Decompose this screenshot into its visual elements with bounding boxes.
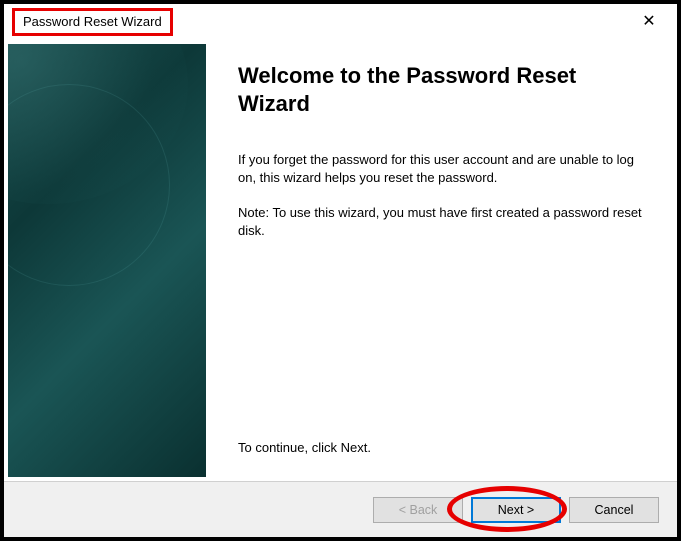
main-panel: Welcome to the Password Reset Wizard If … <box>206 40 677 481</box>
wizard-side-graphic <box>8 44 206 477</box>
close-icon: ✕ <box>642 14 655 30</box>
content-area: Welcome to the Password Reset Wizard If … <box>4 40 677 481</box>
wizard-heading: Welcome to the Password Reset Wizard <box>238 62 649 117</box>
title-highlight-annotation: Password Reset Wizard <box>12 8 173 36</box>
window-title: Password Reset Wizard <box>23 14 162 29</box>
next-button[interactable]: Next > <box>471 497 561 523</box>
cancel-button[interactable]: Cancel <box>569 497 659 523</box>
back-button: < Back <box>373 497 463 523</box>
button-bar: < Back Next > Cancel <box>4 481 677 537</box>
wizard-window: Password Reset Wizard ✕ Welcome to the P… <box>0 0 681 541</box>
titlebar: Password Reset Wizard ✕ <box>4 4 677 40</box>
continue-instruction: To continue, click Next. <box>238 440 649 455</box>
wizard-description: If you forget the password for this user… <box>238 151 649 186</box>
close-button[interactable]: ✕ <box>631 8 667 36</box>
wizard-note: Note: To use this wizard, you must have … <box>238 204 649 239</box>
